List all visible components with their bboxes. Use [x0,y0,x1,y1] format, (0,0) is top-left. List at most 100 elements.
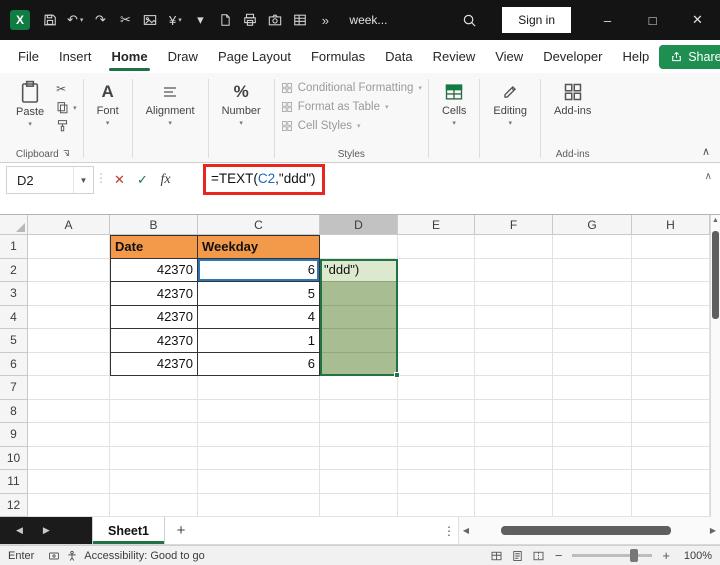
insert-function-icon[interactable]: fx [154,166,177,194]
row-header-6[interactable]: 6 [0,353,28,377]
cell-D7[interactable] [320,376,398,400]
close-button[interactable]: ✕ [675,0,720,40]
cell-B1[interactable]: Date [110,235,198,259]
cell-C8[interactable] [198,400,320,424]
cell-H5[interactable] [632,329,710,353]
cell-A1[interactable] [28,235,110,259]
row-header-11[interactable]: 11 [0,470,28,494]
sign-in-button[interactable]: Sign in [502,7,571,33]
row-header-8[interactable]: 8 [0,400,28,424]
cell-C12[interactable] [198,494,320,518]
cell-G12[interactable] [553,494,632,518]
cell-G8[interactable] [553,400,632,424]
normal-view-icon[interactable] [490,550,503,562]
cell-H9[interactable] [632,423,710,447]
cell-B10[interactable] [110,447,198,471]
menu-item-data[interactable]: Data [375,40,422,73]
menu-item-insert[interactable]: Insert [49,40,102,73]
zoom-level[interactable]: 100% [680,550,712,562]
search-icon[interactable] [454,13,484,28]
cell-C11[interactable] [198,470,320,494]
sheet-tab[interactable]: Sheet1 [92,517,165,544]
cell-C9[interactable] [198,423,320,447]
menu-item-formulas[interactable]: Formulas [301,40,375,73]
cell-A8[interactable] [28,400,110,424]
clipboard-dialog-launcher-icon[interactable] [62,149,70,160]
cut-icon[interactable]: ✂ [117,11,133,29]
cell-G6[interactable] [553,353,632,377]
cell-F3[interactable] [475,282,553,306]
zoom-slider[interactable] [572,554,652,557]
styles-menu-item-conditional-formatting[interactable]: Conditional Formatting ▾ [281,82,422,94]
table-icon[interactable] [292,11,308,29]
horizontal-scrollbar-track[interactable] [473,517,706,544]
cell-E7[interactable] [398,376,475,400]
cell-E8[interactable] [398,400,475,424]
macro-record-icon[interactable] [48,550,60,562]
cell-A2[interactable] [28,259,110,283]
collapse-formula-bar-icon[interactable]: ∧ [705,171,712,182]
cell-D3[interactable] [320,282,398,306]
column-header-D[interactable]: D [320,215,398,235]
cell-D9[interactable] [320,423,398,447]
row-header-10[interactable]: 10 [0,447,28,471]
cell-B3[interactable]: 42370 [110,282,198,306]
cell-A6[interactable] [28,353,110,377]
number-format-icon[interactable]: ¥▾ [167,11,183,29]
cell-F7[interactable] [475,376,553,400]
alignment-button[interactable]: Alignment ▾ [139,77,202,131]
cell-D12[interactable] [320,494,398,518]
more-commands-icon[interactable]: » [317,11,333,29]
cell-A9[interactable] [28,423,110,447]
cell-H3[interactable] [632,282,710,306]
select-all-corner[interactable] [0,215,28,235]
cell-G5[interactable] [553,329,632,353]
cell-B12[interactable] [110,494,198,518]
cell-D10[interactable] [320,447,398,471]
cell-E3[interactable] [398,282,475,306]
cell-E12[interactable] [398,494,475,518]
column-header-E[interactable]: E [398,215,475,235]
cell-D8[interactable] [320,400,398,424]
previous-sheet-icon[interactable]: ◀ [16,525,23,536]
document-icon[interactable] [217,11,233,29]
cut-button[interactable]: ✂ [56,82,77,96]
row-header-7[interactable]: 7 [0,376,28,400]
zoom-slider-thumb[interactable] [630,549,638,562]
cell-E11[interactable] [398,470,475,494]
cell-A5[interactable] [28,329,110,353]
row-header-9[interactable]: 9 [0,423,28,447]
row-header-5[interactable]: 5 [0,329,28,353]
cell-H6[interactable] [632,353,710,377]
cell-D5[interactable] [320,329,398,353]
cell-E6[interactable] [398,353,475,377]
column-header-G[interactable]: G [553,215,632,235]
cell-B4[interactable]: 42370 [110,306,198,330]
cell-H2[interactable] [632,259,710,283]
horizontal-scrollbar[interactable]: ◀ ▶ [458,517,720,544]
document-title[interactable]: week... [349,13,387,27]
cell-B7[interactable] [110,376,198,400]
cell-C2[interactable]: 6 [198,259,320,283]
cell-F1[interactable] [475,235,553,259]
menu-item-help[interactable]: Help [612,40,659,73]
cell-C3[interactable]: 5 [198,282,320,306]
scroll-left-icon[interactable]: ◀ [459,526,473,535]
menu-item-review[interactable]: Review [423,40,486,73]
cell-E2[interactable] [398,259,475,283]
cell-F4[interactable] [475,306,553,330]
cell-H11[interactable] [632,470,710,494]
name-box[interactable]: D2 ▼ [6,166,94,194]
share-button[interactable]: Share [659,45,720,69]
excel-logo[interactable]: X [10,10,30,30]
column-header-B[interactable]: B [110,215,198,235]
row-header-12[interactable]: 12 [0,494,28,518]
copy-button[interactable]: ▾ [56,101,77,114]
addins-button[interactable]: Add-ins [547,77,598,121]
picture-icon[interactable] [142,11,158,29]
cell-D6[interactable] [320,353,398,377]
cell-G9[interactable] [553,423,632,447]
cell-F12[interactable] [475,494,553,518]
name-box-resize-handle[interactable]: ⋮ [94,171,108,185]
cell-B5[interactable]: 42370 [110,329,198,353]
